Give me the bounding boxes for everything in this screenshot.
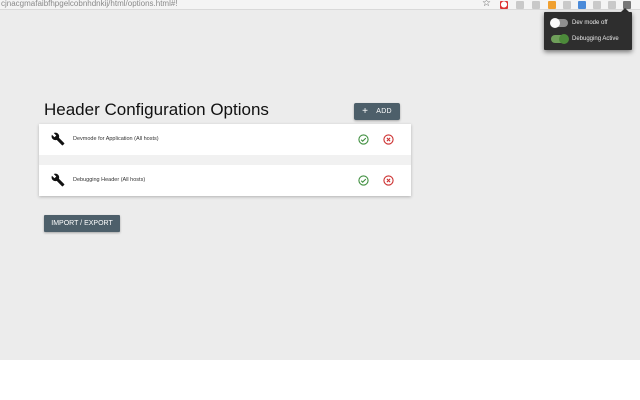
extension-icon[interactable] — [608, 1, 616, 9]
extension-icon[interactable] — [516, 1, 524, 9]
plus-icon: + — [362, 105, 369, 117]
wrench-icon — [51, 173, 65, 187]
header-row-label: Devmode for Application (All hosts) — [73, 136, 159, 142]
toggle-knob — [550, 18, 560, 28]
adblock-extension-icon[interactable]: ⬤ — [500, 1, 508, 9]
dev-mode-row[interactable]: Dev mode off — [550, 17, 608, 29]
dev-mode-label: Dev mode off — [572, 20, 608, 26]
blank-area — [0, 360, 640, 400]
extension-icon[interactable] — [578, 1, 586, 9]
header-list: Devmode for Application (All hosts) Debu… — [39, 124, 411, 196]
header-row[interactable]: Devmode for Application (All hosts) — [39, 124, 411, 155]
check-circle-icon[interactable] — [358, 175, 369, 186]
address-bar-url[interactable]: cjnacgmafaibfhpgelcobnhdnkij/html/option… — [1, 0, 178, 9]
header-row-label: Debugging Header (All hosts) — [73, 177, 146, 183]
check-circle-icon[interactable] — [358, 134, 369, 145]
debugging-label: Debugging Active — [572, 36, 619, 42]
extension-icon[interactable] — [532, 1, 540, 9]
remove-circle-icon[interactable] — [383, 134, 394, 145]
header-row[interactable]: Debugging Header (All hosts) — [39, 165, 411, 196]
wrench-icon — [51, 132, 65, 146]
extension-popup: Dev mode off Debugging Active — [544, 12, 632, 50]
extension-icon[interactable] — [563, 1, 571, 9]
add-button[interactable]: + ADD — [354, 103, 400, 120]
browser-viewport: cjnacgmafaibfhpgelcobnhdnkij/html/option… — [0, 0, 640, 360]
toggle-knob — [559, 34, 569, 44]
browser-toolbar: cjnacgmafaibfhpgelcobnhdnkij/html/option… — [0, 0, 640, 10]
page-title: Header Configuration Options — [44, 100, 269, 119]
bookmark-star-icon[interactable]: ☆ — [482, 0, 491, 10]
debugging-toggle[interactable] — [551, 34, 569, 44]
dev-mode-toggle[interactable] — [550, 18, 568, 28]
extension-icon[interactable] — [548, 1, 556, 9]
extension-icon[interactable] — [593, 1, 601, 9]
remove-circle-icon[interactable] — [383, 175, 394, 186]
import-export-button[interactable]: IMPORT / EXPORT — [44, 215, 120, 232]
add-button-label: ADD — [376, 108, 392, 115]
debugging-row[interactable]: Debugging Active — [551, 33, 619, 45]
